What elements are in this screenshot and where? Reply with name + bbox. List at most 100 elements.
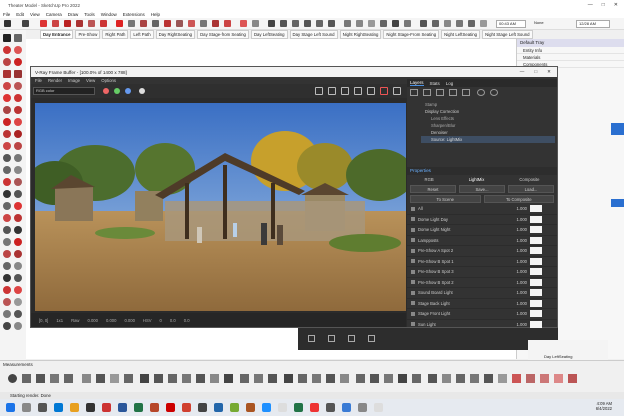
track-mouse-icon[interactable] (328, 87, 336, 95)
polygon-tool-icon[interactable] (14, 82, 22, 90)
scale-tool-icon[interactable] (3, 142, 11, 150)
sun-icon[interactable] (8, 374, 17, 383)
push-pull-icon[interactable] (100, 20, 107, 27)
sphere-light-icon[interactable] (154, 374, 163, 383)
rotate-icon[interactable] (128, 20, 135, 27)
3d-text-tool-icon[interactable] (14, 178, 22, 186)
layer-display-correction[interactable]: Display Correction (421, 108, 555, 115)
light-checkbox[interactable] (411, 290, 415, 295)
shadows-icon[interactable] (420, 20, 427, 27)
render-region-icon[interactable] (315, 87, 323, 95)
sandbox-from-contours-icon[interactable] (428, 374, 437, 383)
light-color-swatch[interactable] (530, 320, 542, 328)
sketchup-icon[interactable] (182, 403, 191, 412)
light-value[interactable]: 1.000 (500, 301, 530, 306)
menu-view[interactable]: View (30, 12, 40, 17)
wireframe-icon[interactable] (356, 20, 363, 27)
save-preset-button[interactable]: Save... (459, 185, 505, 193)
pan-icon[interactable] (212, 20, 219, 27)
light-color-swatch[interactable] (530, 247, 542, 255)
mail-icon[interactable] (102, 403, 111, 412)
channel-select[interactable]: RGB color (33, 87, 95, 95)
asset-icon-1[interactable] (308, 335, 315, 342)
shadow-date-field[interactable]: 12/28 AM (576, 20, 610, 28)
tab-day-rightseating[interactable]: Day RightSeating (155, 30, 196, 39)
follow-me-tool-icon[interactable] (14, 130, 22, 138)
app-icon-8[interactable] (326, 403, 335, 412)
orbit-icon[interactable] (200, 20, 207, 27)
search-icon[interactable] (22, 403, 31, 412)
vfb-maximize-icon[interactable]: □ (534, 69, 537, 75)
undo-icon[interactable] (477, 89, 485, 96)
position-camera-icon[interactable] (3, 226, 11, 234)
zoom-extents-icon[interactable] (240, 20, 247, 27)
vfb-menu-view[interactable]: View (86, 78, 95, 83)
light-row[interactable]: Pre-Show A Spot 2 1.000 (407, 246, 557, 257)
ies-light-icon[interactable] (182, 374, 191, 383)
look-around-icon[interactable] (3, 238, 11, 246)
light-row[interactable]: Pre-Show B Spot 1 1.000 (407, 257, 557, 267)
guides-icon[interactable] (480, 20, 487, 27)
cube-4-icon[interactable] (398, 374, 407, 383)
interactive-icon[interactable] (367, 87, 375, 95)
right-view-icon[interactable] (304, 20, 311, 27)
light-row[interactable]: Pre-Show B Spot 3 1.000 (407, 267, 557, 278)
menu-tools[interactable]: Tools (84, 12, 95, 17)
tab-night-leftseating[interactable]: Night LeftSeating (441, 30, 481, 39)
cloud-render-icon[interactable] (64, 374, 73, 383)
light-value[interactable]: 1.000 (500, 238, 530, 243)
asset-icon-2[interactable] (328, 335, 335, 342)
light-checkbox[interactable] (411, 269, 415, 274)
rectangle-tool-icon[interactable] (3, 70, 11, 78)
close-icon[interactable]: ✕ (614, 2, 618, 8)
render-icon[interactable] (380, 87, 388, 95)
move-icon[interactable] (116, 20, 123, 27)
select-tool-icon[interactable] (3, 34, 11, 42)
app-icon-10[interactable] (358, 403, 367, 412)
cube-icon[interactable] (356, 374, 365, 383)
layer-stamp[interactable]: Stamp (421, 101, 555, 108)
layout-icon[interactable] (3, 322, 11, 330)
frame-buffer-icon[interactable] (96, 374, 105, 383)
start-icon[interactable] (6, 403, 15, 412)
menu-window[interactable]: Window (101, 12, 117, 17)
rotated-rect-tool-icon[interactable] (14, 70, 22, 78)
pie-tool-icon[interactable] (3, 106, 11, 114)
light-value[interactable]: 1.000 (500, 269, 530, 274)
clear-image-icon[interactable] (354, 87, 362, 95)
axes-tool-icon[interactable] (3, 178, 11, 186)
back-view-icon[interactable] (316, 20, 323, 27)
add-layer-icon[interactable] (410, 89, 418, 96)
light-value[interactable]: 1.000 (500, 259, 530, 264)
edges-icon[interactable] (444, 20, 451, 27)
tab-night-rightseating[interactable]: Night RightSeating (339, 30, 382, 39)
acrobat-icon[interactable] (166, 403, 175, 412)
flip-edge-icon[interactable] (14, 274, 22, 282)
light-row[interactable]: Pre-Show B Spot 2 1.000 (407, 278, 557, 288)
protractor-icon[interactable] (512, 374, 521, 383)
pencil-icon[interactable] (52, 20, 59, 27)
section-icon[interactable] (252, 20, 259, 27)
solid-trim-icon[interactable] (3, 298, 11, 306)
cube-2-icon[interactable] (370, 374, 379, 383)
teapot-icon[interactable] (36, 374, 45, 383)
xray-icon[interactable] (344, 20, 351, 27)
light-color-swatch[interactable] (530, 205, 542, 213)
mesh-light-icon[interactable] (224, 374, 233, 383)
two-point-arc-icon[interactable] (14, 94, 22, 102)
tab-day-entrance[interactable]: Day Entrance (40, 30, 74, 39)
dimension-tool-icon[interactable] (14, 154, 22, 162)
menu-camera[interactable]: Camera (46, 12, 62, 17)
light-value[interactable]: 1.000 (500, 311, 530, 316)
tab-log[interactable]: Log (446, 81, 454, 86)
light-checkbox[interactable] (411, 238, 415, 243)
app-icon-2[interactable] (230, 403, 239, 412)
pie-icon[interactable] (554, 374, 563, 383)
rotate-tool-icon[interactable] (3, 130, 11, 138)
layer-source-lightmix[interactable]: Source: LightMix (421, 136, 555, 143)
light-checkbox[interactable] (411, 259, 415, 264)
light-checkbox[interactable] (411, 280, 415, 285)
smoove-tool-icon[interactable] (14, 262, 22, 270)
plane-icon[interactable] (254, 374, 263, 383)
layer-denoiser[interactable]: Denoiser (421, 129, 555, 136)
